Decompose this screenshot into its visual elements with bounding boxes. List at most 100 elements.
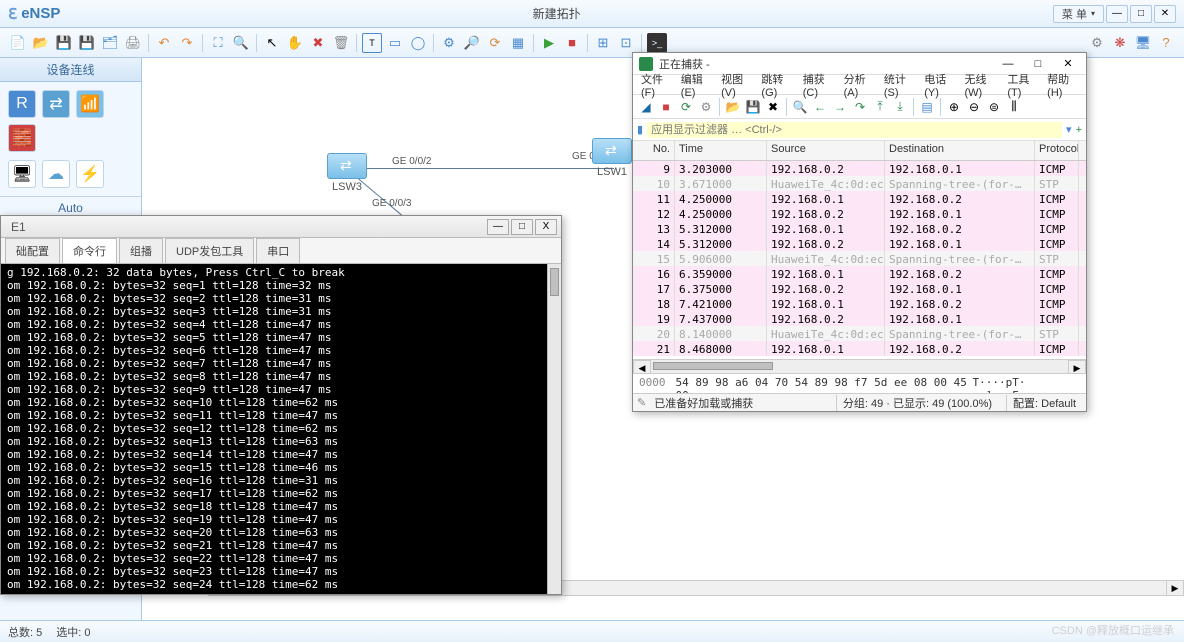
topology-node-lsw3[interactable]: LSW3 — [327, 153, 367, 193]
ws-filter-bookmark-icon[interactable]: ▮ — [637, 123, 643, 136]
ws-zoom-reset-icon[interactable]: ⊜ — [985, 98, 1003, 116]
ws-packet-row[interactable]: 145.312000192.168.0.2192.168.0.1ICMP — [633, 236, 1086, 251]
start-icon[interactable]: ▶ — [539, 33, 559, 53]
ws-col-dest[interactable]: Destination — [885, 141, 1035, 160]
ws-next-icon[interactable]: → — [831, 98, 849, 116]
minimize-button[interactable]: — — [1106, 5, 1128, 23]
zoom-in-icon[interactable]: 🔍 — [231, 33, 251, 53]
layers-icon[interactable]: ▦ — [508, 33, 528, 53]
ws-scroll-thumb[interactable] — [653, 362, 773, 370]
delete-icon[interactable]: ✖ — [308, 33, 328, 53]
ws-packet-row[interactable]: 218.468000192.168.0.1192.168.0.2ICMP — [633, 341, 1086, 356]
console-scrollbar[interactable] — [547, 264, 561, 594]
ws-packet-row[interactable]: 187.421000192.168.0.1192.168.0.2ICMP — [633, 296, 1086, 311]
ws-restart-capture-icon[interactable]: ⟳ — [677, 98, 695, 116]
console-tab-1[interactable]: 命令行 — [62, 238, 117, 263]
ws-col-no[interactable]: No. — [633, 141, 675, 160]
ws-jump-icon[interactable]: ↷ — [851, 98, 869, 116]
settings-icon[interactable]: ⚙ — [1087, 33, 1107, 53]
link-line-1[interactable] — [367, 168, 614, 169]
firewall-icon[interactable]: 🧱 — [8, 124, 36, 152]
console-window[interactable]: E1 — □ X 础配置命令行组播UDP发包工具串口 g 192.168.0.2… — [0, 215, 562, 595]
huawei-logo-icon[interactable]: ❋ — [1110, 33, 1130, 53]
console-output[interactable]: g 192.168.0.2: 32 data bytes, Press Ctrl… — [1, 264, 561, 594]
console-tab-2[interactable]: 组播 — [119, 238, 163, 263]
ws-hex-view[interactable]: 0000 54 89 98 a6 04 70 54 89 98 f7 5d ee… — [633, 373, 1086, 393]
ws-filter-apply-icon[interactable]: ▾ — [1066, 123, 1072, 136]
ws-col-time[interactable]: Time — [675, 141, 767, 160]
save-icon[interactable]: 💾 — [54, 33, 74, 53]
saveall-icon[interactable]: 🗂 — [100, 33, 120, 53]
pan-icon[interactable]: ✋ — [285, 33, 305, 53]
switch-icon[interactable]: ⇄ — [42, 90, 70, 118]
ws-options-icon[interactable]: ⚙ — [697, 98, 715, 116]
stop-icon[interactable]: ■ — [562, 33, 582, 53]
ws-packet-row[interactable]: 135.312000192.168.0.1192.168.0.2ICMP — [633, 221, 1086, 236]
router-icon[interactable]: R — [8, 90, 36, 118]
ws-packet-row[interactable]: 155.906000HuaweiTe_4c:0d:ecSpanning-tree… — [633, 251, 1086, 266]
link-icon[interactable]: ⚡ — [76, 160, 104, 188]
layout-icon[interactable]: ⊡ — [616, 33, 636, 53]
ws-find-icon[interactable]: 🔍 — [791, 98, 809, 116]
ws-col-source[interactable]: Source — [767, 141, 885, 160]
undo-icon[interactable]: ↶ — [154, 33, 174, 53]
new-icon[interactable]: 📄 — [8, 33, 28, 53]
ws-filter-input[interactable] — [647, 122, 1062, 138]
ws-packet-row[interactable]: 103.671000HuaweiTe_4c:0d:ecSpanning-tree… — [633, 176, 1086, 191]
config-icon[interactable]: ⚙ — [439, 33, 459, 53]
zoom-fit-icon[interactable]: ⛶ — [208, 33, 228, 53]
ws-packet-row[interactable]: 93.203000192.168.0.2192.168.0.1ICMP — [633, 161, 1086, 176]
ws-autoscroll-icon[interactable]: ▤ — [918, 98, 936, 116]
ws-packet-row[interactable]: 124.250000192.168.0.2192.168.0.1ICMP — [633, 206, 1086, 221]
help-icon[interactable]: ? — [1156, 33, 1176, 53]
ws-col-proto[interactable]: Protocol — [1035, 141, 1079, 160]
save-icon-2[interactable]: 💾 — [77, 33, 97, 53]
device-mgr-icon[interactable]: 🖥 — [1133, 33, 1153, 53]
print-icon[interactable]: 🖨 — [123, 33, 143, 53]
rect-icon[interactable]: ▭ — [385, 33, 405, 53]
scroll-right-canvas-icon[interactable]: ▶ — [1166, 580, 1184, 596]
text-icon[interactable]: T — [362, 33, 382, 53]
ws-resize-cols-icon[interactable]: ⫼ — [1005, 98, 1023, 116]
console-minimize-button[interactable]: — — [487, 219, 509, 235]
cli-icon[interactable]: >_ — [647, 33, 667, 53]
console-maximize-button[interactable]: □ — [511, 219, 533, 235]
grid-icon[interactable]: ⊞ — [593, 33, 613, 53]
maximize-button[interactable]: □ — [1130, 5, 1152, 23]
console-scroll-thumb[interactable] — [550, 268, 559, 296]
ws-first-icon[interactable]: ⤒ — [871, 98, 889, 116]
open-icon[interactable]: 📂 — [31, 33, 51, 53]
ws-start-capture-icon[interactable]: ◢ — [637, 98, 655, 116]
console-titlebar[interactable]: E1 — □ X — [1, 216, 561, 238]
ws-filter-add-icon[interactable]: + — [1076, 124, 1082, 136]
ws-packet-row[interactable]: 166.359000192.168.0.1192.168.0.2ICMP — [633, 266, 1086, 281]
ws-scroll-horizontal[interactable]: ◀ ▶ — [633, 359, 1086, 373]
ws-close-file-icon[interactable]: ✖ — [764, 98, 782, 116]
capture-icon[interactable]: 🔎 — [462, 33, 482, 53]
refresh-icon[interactable]: ⟳ — [485, 33, 505, 53]
ws-packet-row[interactable]: 208.140000HuaweiTe_4c:0d:ecSpanning-tree… — [633, 326, 1086, 341]
console-tab-3[interactable]: UDP发包工具 — [165, 238, 254, 263]
pointer-icon[interactable]: ↖ — [262, 33, 282, 53]
pc-icon[interactable]: 🖥 — [8, 160, 36, 188]
topology-node-lsw1[interactable]: LSW1 — [592, 138, 632, 178]
console-tab-0[interactable]: 础配置 — [5, 238, 60, 263]
ws-open-icon[interactable]: 📂 — [724, 98, 742, 116]
cloud-icon[interactable]: ☁ — [42, 160, 70, 188]
menu-dropdown-button[interactable]: 菜 单▾ — [1053, 5, 1104, 23]
wireshark-window[interactable]: 正在捕获 - — □ ✕ 文件(F)编辑(E)视图(V)跳转(G)捕获(C)分析… — [632, 52, 1087, 412]
ws-packet-list[interactable]: 93.203000192.168.0.2192.168.0.1ICMP103.6… — [633, 161, 1086, 359]
clear-icon[interactable]: 🗑 — [331, 33, 351, 53]
ws-last-icon[interactable]: ⤓ — [891, 98, 909, 116]
ws-stop-capture-icon[interactable]: ■ — [657, 98, 675, 116]
redo-icon[interactable]: ↷ — [177, 33, 197, 53]
ws-zoom-out-icon[interactable]: ⊖ — [965, 98, 983, 116]
ws-prev-icon[interactable]: ← — [811, 98, 829, 116]
ws-packet-row[interactable]: 176.375000192.168.0.2192.168.0.1ICMP — [633, 281, 1086, 296]
ws-zoom-in-icon[interactable]: ⊕ — [945, 98, 963, 116]
console-tab-4[interactable]: 串口 — [256, 238, 300, 263]
ws-packet-row[interactable]: 197.437000192.168.0.2192.168.0.1ICMP — [633, 311, 1086, 326]
ws-save-icon[interactable]: 💾 — [744, 98, 762, 116]
close-button[interactable]: ✕ — [1154, 5, 1176, 23]
ws-packet-row[interactable]: 114.250000192.168.0.1192.168.0.2ICMP — [633, 191, 1086, 206]
